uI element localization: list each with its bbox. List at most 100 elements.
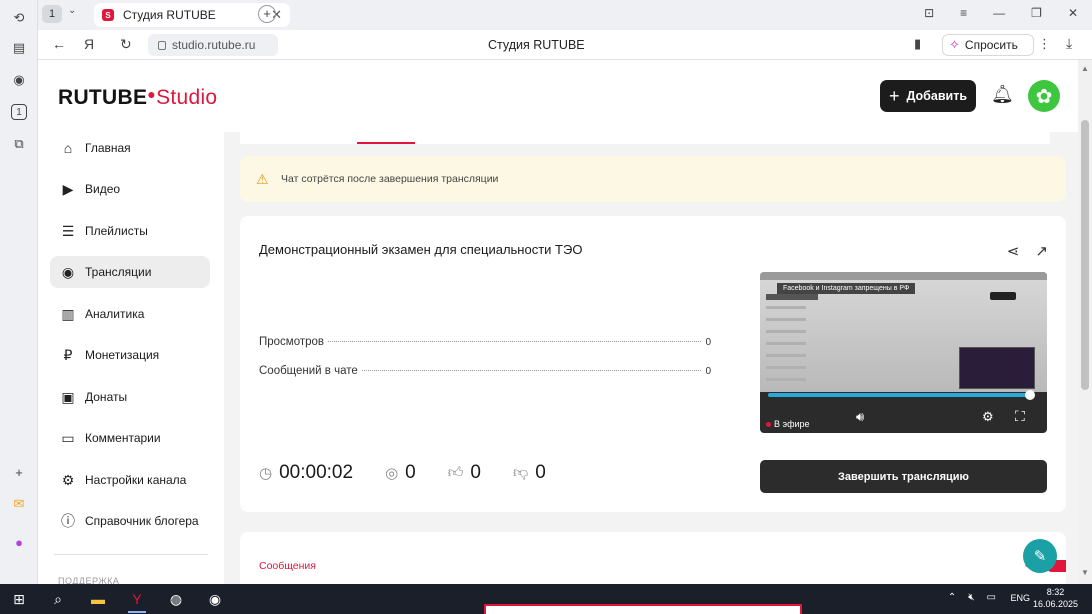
ask-ai-button[interactable]: ✧ Спросить xyxy=(942,34,1034,56)
sidebar-item-label: Главная xyxy=(85,141,131,155)
broadcast-icon: ◉ xyxy=(61,263,75,280)
chevron-down-icon[interactable]: ⌄ xyxy=(68,5,76,16)
language-indicator[interactable]: ENG xyxy=(1010,593,1030,603)
add-button[interactable]: + Добавить xyxy=(880,80,976,112)
obs-icon[interactable]: ◉ xyxy=(204,589,226,609)
search-icon[interactable]: ⌕ xyxy=(47,589,69,609)
chat-bubble-icon: ✎ xyxy=(1033,548,1047,565)
ruble-icon: ₽ xyxy=(63,346,73,363)
scroll-up-icon[interactable]: ▲ xyxy=(1081,64,1089,73)
bookmark-icon[interactable]: ▮ xyxy=(914,36,921,52)
sidebar: ⌂ Главная ▶ Видео ☰ Плейлисты ◉ Трансляц… xyxy=(38,132,224,584)
fullscreen-icon[interactable]: ⛶ xyxy=(1015,408,1025,425)
sidebar-item-channel-settings[interactable]: ⚙ Настройки канала xyxy=(50,464,210,496)
back-arrow-icon[interactable]: ← xyxy=(52,36,66,52)
mute-icon[interactable]: 🔇︎ xyxy=(968,592,974,603)
tab-count-badge[interactable]: 1 xyxy=(42,5,62,23)
sidebar-item-home[interactable]: ⌂ Главная xyxy=(50,132,210,164)
tray-chevron-up-icon[interactable]: ⌃ xyxy=(948,592,956,603)
history-icon[interactable]: ⟲ xyxy=(9,8,29,28)
screenshot-icon[interactable]: ⧉ xyxy=(9,134,29,154)
windows-start-icon[interactable]: ⊞ xyxy=(8,589,30,609)
workspace-1-icon[interactable]: 1 xyxy=(11,104,27,120)
bookmark-manager-icon[interactable]: ⊡ xyxy=(924,6,934,20)
rutube-studio-logo[interactable]: RUTUBE●Studio xyxy=(58,86,217,110)
app-icon[interactable]: ◍ xyxy=(165,589,187,609)
network-icon[interactable]: ▭ xyxy=(987,592,996,603)
download-icon[interactable]: ⤓ xyxy=(1066,35,1072,52)
clock-time: 8:32 xyxy=(1046,587,1065,597)
minimize-icon[interactable]: — xyxy=(993,6,1005,20)
preview-logo-bar xyxy=(766,294,818,300)
url-field[interactable]: studio.rutube.ru xyxy=(148,34,278,56)
sidebar-item-analytics[interactable]: ▥ Аналитика xyxy=(50,298,210,330)
sidebar-item-playlists[interactable]: ☰ Плейлисты xyxy=(50,215,210,247)
sidebar-divider xyxy=(54,554,208,555)
end-stream-button[interactable]: Завершить трансляцию xyxy=(760,460,1047,493)
scroll-down-icon[interactable]: ▼ xyxy=(1081,568,1089,577)
mail-app-icon[interactable]: ✉ xyxy=(9,494,29,514)
restore-icon[interactable]: ❐ xyxy=(1031,6,1042,20)
sidebar-item-label: Справочник блогера xyxy=(85,514,199,528)
logo-main: RUTUBE xyxy=(58,86,148,109)
rutube-favicon-icon: S xyxy=(102,9,114,21)
settings-gear-icon[interactable]: ⚙ xyxy=(982,409,994,425)
viewers-value: 0 xyxy=(405,462,416,483)
share-icon[interactable]: ⋖ xyxy=(1007,242,1020,260)
plus-icon: + xyxy=(888,86,900,106)
sidebar-item-donations[interactable]: ▣ Донаты xyxy=(50,381,210,413)
reload-icon[interactable]: ↻ xyxy=(120,36,132,53)
progress-knob[interactable] xyxy=(1025,390,1035,400)
home-icon: ⌂ xyxy=(63,140,73,156)
system-tray: ⌃ 🔇︎ ▭ xyxy=(948,592,996,603)
alice-icon[interactable]: ● xyxy=(9,532,29,552)
gear-icon: ⚙ xyxy=(61,471,75,488)
clock-date: 16.06.2025 xyxy=(1032,599,1078,609)
dislikes-value: 0 xyxy=(535,462,546,483)
logo-dot-icon: ● xyxy=(147,86,157,102)
comment-icon: ▭ xyxy=(61,429,75,446)
media-icon[interactable]: ◉ xyxy=(9,70,29,90)
sidebar-item-comments[interactable]: ▭ Комментарии xyxy=(50,422,210,454)
dotted-leader xyxy=(361,370,702,371)
preview-topbar xyxy=(760,272,1047,280)
sidebar-item-video[interactable]: ▶ Видео xyxy=(50,173,210,205)
messages-tab[interactable]: Сообщения xyxy=(259,560,316,572)
progress-bar[interactable] xyxy=(768,393,1030,397)
more-vertical-icon[interactable]: ⋮ xyxy=(1038,36,1051,52)
logo-sub: Studio xyxy=(156,86,218,109)
sidebar-item-blogger-guide[interactable]: ⓘ Справочник блогера xyxy=(50,505,210,537)
metric-duration: ◷ 00:00:02 xyxy=(259,462,353,484)
live-dot-icon xyxy=(766,421,771,427)
sidebar-item-streams[interactable]: ◉ Трансляции xyxy=(50,256,210,288)
preview-button xyxy=(990,292,1016,300)
close-window-icon[interactable]: ✕ xyxy=(1068,6,1078,20)
thumbs-down-icon: 👎︎ xyxy=(513,464,529,481)
rail-add-icon[interactable]: + xyxy=(9,462,29,482)
external-link-icon[interactable]: ↗ xyxy=(1035,242,1048,260)
duration-value: 00:00:02 xyxy=(279,462,354,483)
clock-icon: ◷ xyxy=(259,465,273,482)
support-chat-fab[interactable]: ✎ xyxy=(1023,539,1057,573)
file-explorer-icon[interactable]: ▬ xyxy=(87,589,109,609)
yandex-browser-icon[interactable]: Y xyxy=(126,589,148,613)
taskbar-clock[interactable]: 8:32 16.06.2025 xyxy=(1033,586,1078,610)
volume-icon[interactable]: 🔊︎ xyxy=(856,409,864,425)
likes-value: 0 xyxy=(470,462,481,483)
sidebar-item-label: Комментарии xyxy=(85,431,161,445)
yandex-icon[interactable]: Я xyxy=(84,36,94,52)
scrollbar-thumb[interactable] xyxy=(1081,120,1089,390)
dotted-leader xyxy=(328,341,702,342)
stream-preview-player[interactable]: Facebook и Instagram запрещены в РФ В эф… xyxy=(760,272,1047,433)
bell-icon[interactable]: 🔔︎ xyxy=(991,84,1014,105)
sidebar-item-label: Монетизация xyxy=(85,348,160,362)
new-tab-button[interactable]: + xyxy=(258,5,276,23)
info-icon: ⓘ xyxy=(61,513,75,529)
page-scrollbar[interactable]: ▲ ▼ xyxy=(1078,60,1092,584)
menu-icon[interactable]: ≡ xyxy=(960,6,967,20)
collections-icon[interactable]: ▤ xyxy=(9,38,29,58)
sidebar-item-monetization[interactable]: ₽ Монетизация xyxy=(50,339,210,371)
avatar[interactable]: ✿ xyxy=(1028,80,1060,112)
studio-page: RUTUBE●Studio + Добавить 🔔︎ ✿ ⌂ Главная … xyxy=(38,60,1078,584)
sidebar-item-label: Плейлисты xyxy=(85,224,148,238)
